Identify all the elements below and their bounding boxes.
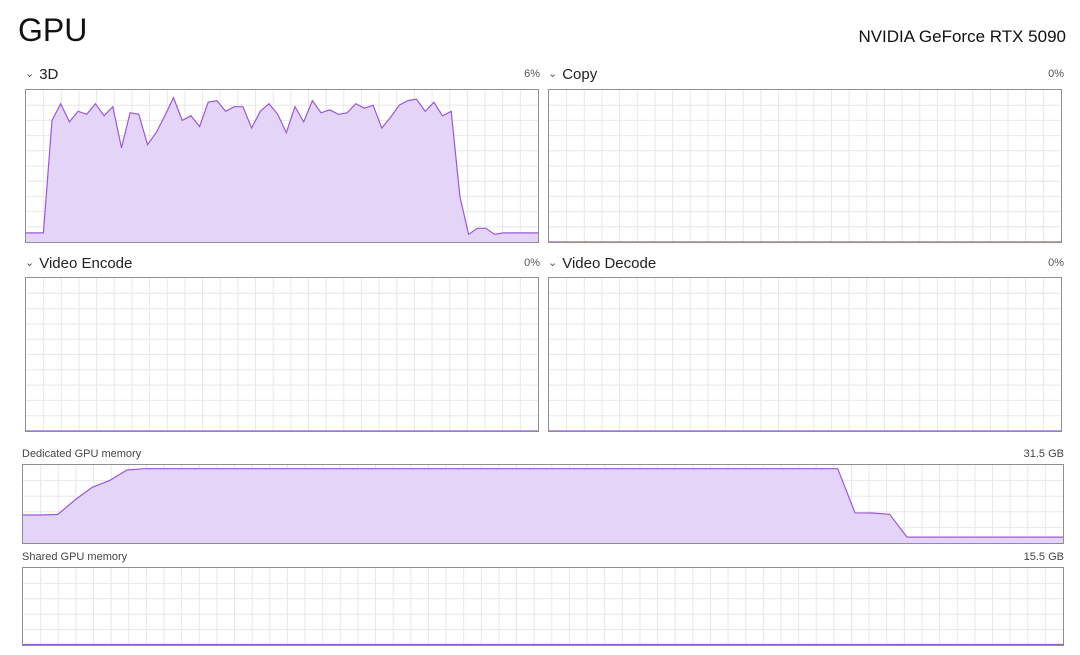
shared-memory-total: 15.5 GB: [1023, 551, 1064, 563]
engine-selector-copy[interactable]: ⌄ Copy: [548, 66, 597, 85]
chevron-down-icon: ⌄: [25, 68, 35, 80]
chevron-down-icon: ⌄: [548, 257, 558, 269]
engine-selector-3d[interactable]: ⌄ 3D: [25, 66, 58, 85]
graph-copy-svg: [549, 90, 1061, 242]
page-title: GPU: [18, 12, 88, 48]
engine-label-copy: Copy: [562, 66, 598, 83]
graph-video-decode: [548, 277, 1062, 432]
graph-video-encode: [25, 277, 539, 432]
graph-video-encode-svg: [26, 278, 538, 431]
gpu-device-name: NVIDIA GeForce RTX 5090: [858, 27, 1066, 46]
graph-video-decode-svg: [549, 278, 1061, 431]
graph-shared-memory-svg: [23, 568, 1063, 645]
graph-3d: [25, 89, 539, 243]
shared-memory-label: Shared GPU memory: [22, 551, 128, 563]
dedicated-memory-label: Dedicated GPU memory: [22, 448, 142, 460]
engine-label-video-decode: Video Decode: [562, 255, 657, 272]
engine-selector-video-decode[interactable]: ⌄ Video Decode: [548, 255, 656, 274]
engine-video-decode-percent: 0%: [1048, 257, 1064, 269]
chevron-down-icon: ⌄: [25, 257, 35, 269]
graph-3d-svg: [26, 90, 538, 242]
3d-area: [26, 97, 538, 242]
graph-dedicated-memory-svg: [23, 465, 1063, 543]
engine-copy-percent: 0%: [1048, 68, 1064, 80]
engine-selector-video-encode[interactable]: ⌄ Video Encode: [25, 255, 132, 274]
graph-copy: [548, 89, 1062, 243]
dedicated-memory-total: 31.5 GB: [1023, 448, 1064, 460]
engine-video-encode-percent: 0%: [524, 257, 540, 269]
engine-3d-percent: 6%: [524, 68, 540, 80]
graph-dedicated-memory: [22, 464, 1064, 544]
engine-label-video-encode: Video Encode: [39, 255, 133, 272]
graph-shared-memory: [22, 567, 1064, 646]
dedicated-gpu-memory-area: [23, 468, 1063, 543]
chevron-down-icon: ⌄: [548, 68, 558, 80]
engine-label-3d: 3D: [39, 66, 59, 83]
